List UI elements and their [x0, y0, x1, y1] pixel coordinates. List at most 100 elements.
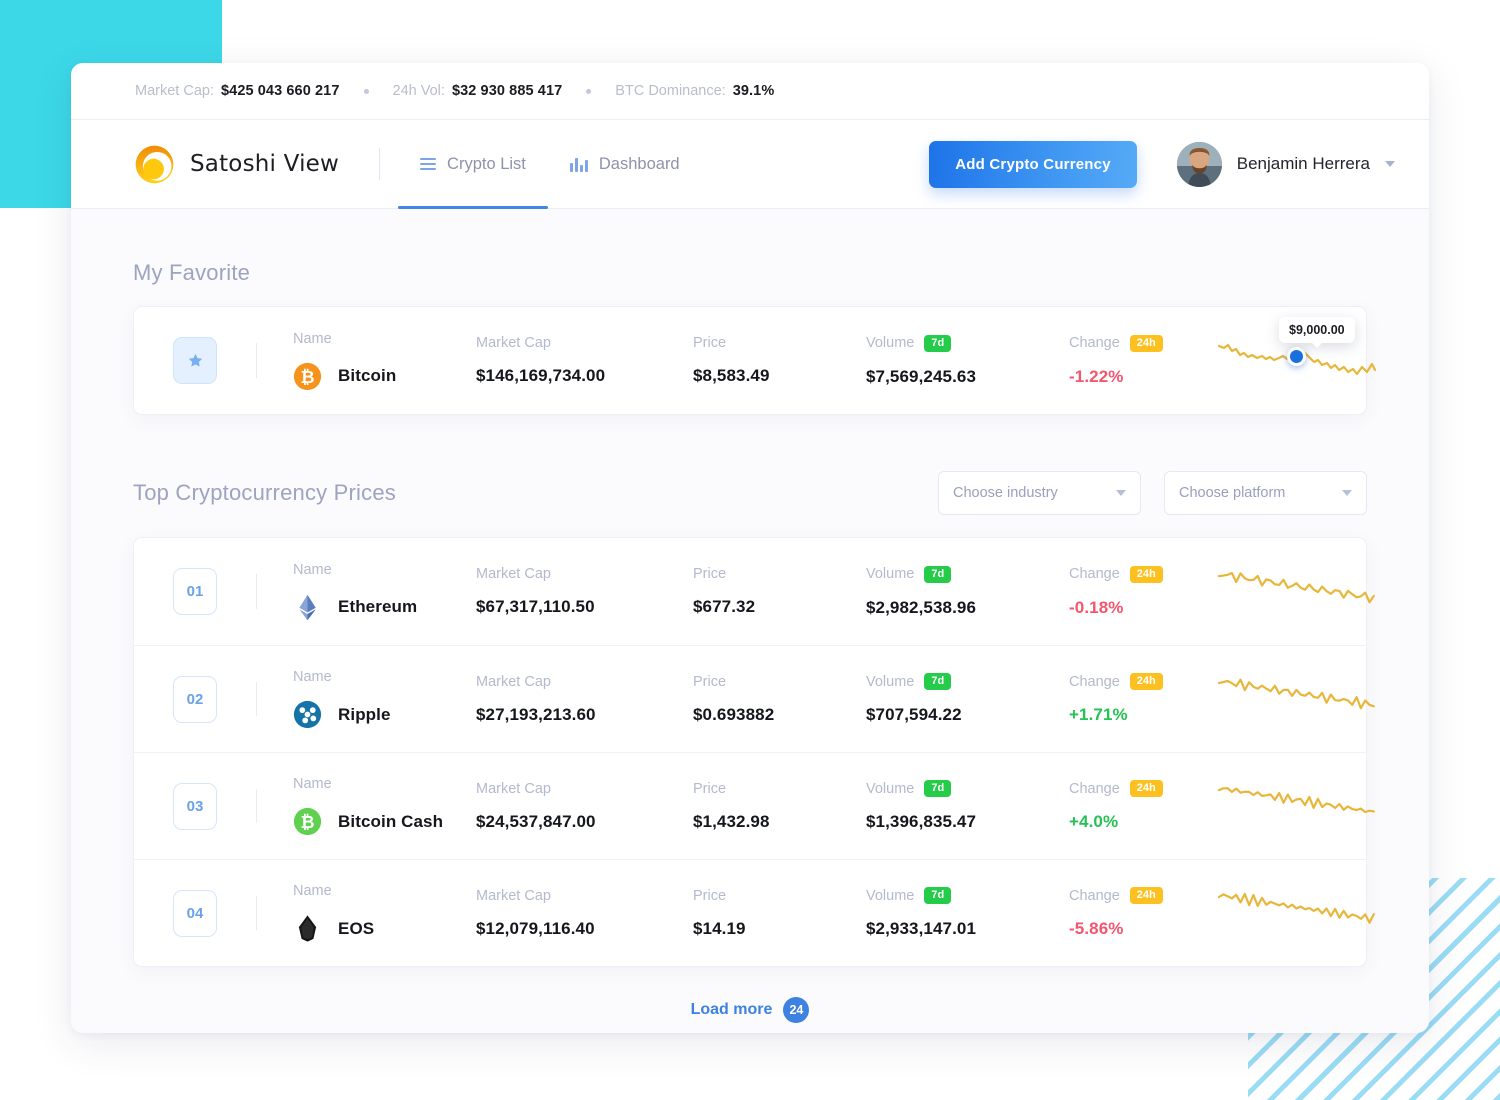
favorite-card: Name ₿ Bitcoin Market Cap $146,169,734.0…	[133, 306, 1377, 425]
column-header-volume: Volume 7d	[866, 334, 1069, 352]
column-volume: Volume 7d $1,396,835.47	[866, 780, 1069, 832]
coin-name: EOS	[338, 918, 375, 938]
column-change: Change 24h -0.18%	[1069, 565, 1217, 618]
market-cap-value: $27,193,213.60	[476, 704, 596, 724]
column-volume: Volume 7d $2,933,147.01	[866, 887, 1069, 939]
column-price: Price $8,583.49	[693, 335, 866, 386]
column-header-name: Name	[293, 776, 332, 792]
coin-name-cell: Ripple	[293, 700, 476, 729]
avatar	[1176, 141, 1222, 187]
price-value: $1,432.98	[693, 811, 770, 831]
change-period-badge: 24h	[1129, 673, 1163, 690]
column-name: Name ₿ Bitcoin Cash	[293, 776, 476, 836]
user-menu[interactable]: Benjamin Herrera	[1176, 141, 1395, 187]
nav-label-dashboard: Dashboard	[598, 154, 680, 173]
table-row[interactable]: 03 Name ₿ Bitcoin Cash Market Cap $24,537,847…	[134, 752, 1375, 859]
chevron-down-icon[interactable]	[1385, 161, 1395, 167]
market-cap-value: $67,317,110.50	[476, 597, 595, 616]
column-market-cap: Market Cap $67,317,110.50	[476, 566, 693, 617]
svg-text:₿: ₿	[300, 813, 314, 833]
platform-select-label: Choose platform	[1179, 485, 1286, 501]
ticker-value-24h-vol: $32 930 885 417	[451, 83, 563, 99]
app-header: Satoshi View Crypto List Dashboard Add C…	[71, 120, 1429, 209]
column-header-change-label: Change	[1069, 780, 1120, 797]
market-cap-value: $146,169,734.00	[476, 366, 606, 385]
column-header-volume-label: Volume	[866, 566, 915, 582]
svg-text:₿: ₿	[300, 367, 314, 387]
row-columns: Name EOS Market Cap $12,079,116.40 Price $14.…	[257, 860, 1377, 966]
app-window: Market Cap: $425 043 660 217 24h Vol: $3…	[71, 63, 1429, 1033]
column-change: Change 24h +4.0%	[1069, 780, 1217, 832]
change-period-badge: 24h	[1129, 565, 1163, 583]
rank-badge[interactable]: 03	[173, 782, 217, 830]
column-header-price: Price	[693, 566, 727, 582]
column-sparkline	[1217, 672, 1377, 726]
column-header-price: Price	[693, 335, 727, 351]
rank-badge[interactable]: 01	[173, 568, 217, 615]
sparkline-chart	[1217, 892, 1375, 924]
row-columns: Name Ripple Market Cap $27,193,213.60 Price $…	[257, 646, 1377, 752]
nav-item-dashboard[interactable]: Dashboard	[569, 120, 680, 208]
volume-period-badge: 7d	[924, 780, 952, 797]
column-market-cap: Market Cap $12,079,116.40	[476, 888, 693, 939]
table-row[interactable]: 04 Name EOS Market Cap $12,079,116.40 Price $1…	[134, 859, 1375, 966]
column-header-volume-label: Volume	[866, 335, 915, 351]
filters: Choose industry Choose platform	[938, 471, 1367, 515]
column-sparkline	[1217, 886, 1377, 940]
header-divider	[379, 148, 381, 180]
column-header-price: Price	[693, 887, 727, 904]
industry-select[interactable]: Choose industry	[938, 471, 1141, 515]
sparkline-chart	[1217, 787, 1375, 814]
coin-name: Bitcoin	[338, 366, 397, 385]
bar-chart-icon	[569, 157, 588, 172]
brand-name: Satoshi View	[190, 151, 340, 177]
column-price: Price $14.19	[693, 888, 866, 939]
column-header-market-cap: Market Cap	[476, 335, 551, 351]
column-market-cap: Market Cap $24,537,847.00	[476, 781, 693, 832]
rank-badge[interactable]: 04	[173, 889, 217, 937]
list-icon	[420, 158, 437, 170]
change-value: -5.86%	[1069, 919, 1124, 938]
volume-value: $1,396,835.47	[866, 812, 977, 831]
rank-badge[interactable]: 02	[173, 675, 217, 723]
coin-name: Ethereum	[338, 597, 418, 616]
rank-cell: 04	[134, 860, 256, 966]
main-content: My Favorite Name ₿ Bitcoin Market Cap $1…	[71, 260, 1429, 1023]
brand[interactable]: Satoshi View	[133, 143, 339, 186]
column-market-cap: Market Cap $146,169,734.00	[476, 335, 693, 386]
user-name: Benjamin Herrera	[1236, 154, 1370, 173]
table-row[interactable]: Name ₿ Bitcoin Market Cap $146,169,734.0…	[134, 307, 1377, 414]
sparkline-marker-dot[interactable]	[1287, 346, 1306, 366]
column-header-change: Change 24h	[1069, 780, 1217, 797]
column-volume: Volume 7d $707,594.22	[866, 673, 1069, 725]
column-name: Name Ripple	[293, 669, 476, 729]
coin-name: Bitcoin Cash	[338, 811, 444, 831]
sparkline-tooltip: $9,000.00	[1279, 316, 1355, 348]
column-header-volume: Volume 7d	[866, 887, 1069, 904]
column-header-market-cap: Market Cap	[476, 566, 551, 582]
change-period-badge: 24h	[1129, 780, 1163, 797]
coin-name-cell: Ethereum	[293, 593, 476, 622]
favorite-star-button[interactable]	[173, 337, 217, 384]
chevron-down-icon	[1116, 490, 1126, 496]
favorite-star-cell	[134, 307, 256, 414]
table-row[interactable]: 01 Name Ethereum Market Cap $67,317,110.50 Pr…	[134, 538, 1375, 645]
market-ticker-bar: Market Cap: $425 043 660 217 24h Vol: $3…	[71, 63, 1429, 120]
volume-period-badge: 7d	[924, 673, 952, 690]
ticker-label-market-cap: Market Cap:	[135, 83, 214, 99]
add-crypto-currency-button[interactable]: Add Crypto Currency	[929, 140, 1137, 188]
chevron-down-icon	[1342, 490, 1352, 496]
column-header-price: Price	[693, 780, 727, 797]
ticker-value-btc-dominance: 39.1%	[732, 83, 775, 99]
column-price: Price $0.693882	[693, 674, 866, 725]
change-value: +4.0%	[1069, 812, 1119, 831]
nav-item-crypto-list[interactable]: Crypto List	[398, 120, 548, 209]
load-more-label: Load more	[690, 1001, 773, 1018]
coin-name: Ripple	[338, 704, 391, 724]
platform-select[interactable]: Choose platform	[1164, 471, 1367, 515]
table-row[interactable]: 02 Name Ripple Market Cap $27,193,213.60 Pric…	[134, 645, 1375, 752]
screenshot-root: Market Cap: $425 043 660 217 24h Vol: $3…	[0, 0, 1500, 1100]
load-more-button[interactable]: Load more 24	[133, 997, 1367, 1023]
column-change: Change 24h -5.86%	[1069, 887, 1217, 939]
column-header-change-label: Change	[1069, 887, 1120, 904]
